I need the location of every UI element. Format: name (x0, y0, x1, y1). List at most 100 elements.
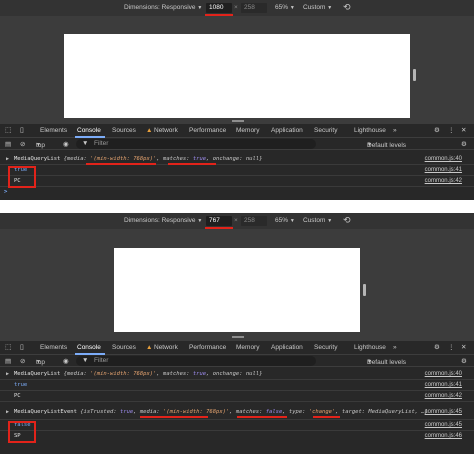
filter-icon: ▼ (82, 357, 89, 364)
throttle-dropdown[interactable]: Custom ▼ (303, 4, 332, 11)
expand-arrow-icon[interactable]: ▶ (6, 156, 9, 162)
eye-icon[interactable]: ◉ (63, 140, 69, 148)
tab-security[interactable]: Security (314, 344, 337, 351)
console-settings-icon[interactable]: ⚙ (461, 140, 467, 148)
tab-lighthouse[interactable]: Lighthouse (354, 344, 386, 351)
device-toggle-icon[interactable]: ▯ (20, 126, 24, 134)
highlight-underline (313, 416, 340, 418)
console-token: MediaQueryList (14, 371, 64, 377)
dimensions-dropdown[interactable]: Dimensions: Responsive ▼ (124, 4, 202, 11)
inspect-icon[interactable]: ⬚ (5, 343, 12, 351)
tab-sources[interactable]: Sources (112, 344, 136, 351)
devtools-panel: ⬚ ▯ Elements Console Sources ▲ Network P… (0, 341, 474, 454)
bottom-resize-handle[interactable] (232, 336, 244, 338)
tab-console[interactable]: Console (77, 127, 101, 134)
zoom-dropdown[interactable]: 65% ▼ (275, 4, 295, 11)
console-token: , matches: (156, 371, 193, 377)
highlight-underline (237, 416, 287, 418)
prompt-caret: > (4, 189, 8, 195)
console-token: true (192, 371, 207, 377)
source-link[interactable]: common.js:40 (425, 371, 462, 377)
source-link[interactable]: common.js:45 (425, 409, 462, 415)
tab-sources[interactable]: Sources (112, 127, 136, 134)
tab-console[interactable]: Console (77, 344, 101, 351)
right-resize-handle[interactable] (413, 69, 416, 81)
rotate-icon[interactable]: ⟲ (343, 2, 351, 13)
console-token: null (245, 156, 260, 162)
inspect-icon[interactable]: ⬚ (5, 126, 12, 134)
sidebar-toggle-icon[interactable]: ▤ (5, 357, 11, 365)
expand-arrow-icon[interactable]: ▶ (6, 371, 9, 377)
warning-icon: ▲ (146, 127, 153, 134)
console-prompt[interactable]: > (0, 187, 474, 198)
kebab-menu-icon[interactable]: ⋮ (448, 343, 455, 351)
source-link[interactable]: common.js:42 (425, 178, 462, 184)
console-token: {isTrusted: (80, 409, 120, 415)
tab-memory[interactable]: Memory (236, 344, 259, 351)
height-input[interactable]: 258 (241, 216, 267, 226)
viewport-area (0, 16, 474, 122)
clear-console-icon[interactable]: ⊘ (20, 140, 25, 148)
source-link[interactable]: common.js:46 (425, 433, 462, 439)
devtools-screenshot-top: Dimensions: Responsive ▼ 1080 × 258 65% … (0, 0, 474, 200)
tab-application[interactable]: Application (271, 344, 303, 351)
source-link[interactable]: common.js:42 (425, 393, 462, 399)
filter-input[interactable] (76, 139, 316, 149)
filter-input[interactable] (76, 356, 316, 366)
sidebar-toggle-icon[interactable]: ▤ (5, 140, 11, 148)
console-log-line: ▶ MediaQueryList {media: '(min-width: 76… (0, 369, 474, 380)
console-token: '(min-width: 768px)' (90, 371, 157, 377)
height-input[interactable]: 258 (241, 3, 267, 13)
eye-icon[interactable]: ◉ (63, 357, 69, 365)
width-input[interactable]: 1080 (206, 3, 232, 13)
more-tabs-icon[interactable]: » (393, 344, 397, 351)
tab-application[interactable]: Application (271, 127, 303, 134)
source-link[interactable]: common.js:41 (425, 167, 462, 173)
console-log-line: false common.js:45 (0, 420, 474, 431)
source-link[interactable]: common.js:45 (425, 422, 462, 428)
console-toolbar: ▤ ⊘ top ▼ ◉ ▼ Filter Default levels ▼ ⚙ (0, 355, 474, 367)
clear-console-icon[interactable]: ⊘ (20, 357, 25, 365)
tab-elements[interactable]: Elements (40, 344, 67, 351)
source-link[interactable]: common.js:40 (425, 156, 462, 162)
console-message: MediaQueryListEvent {isTrusted: true, me… (14, 409, 428, 415)
device-toolbar: Dimensions: Responsive ▼ 767 × 258 65% ▼… (0, 213, 474, 229)
close-icon[interactable]: ✕ (461, 343, 466, 351)
device-toggle-icon[interactable]: ▯ (20, 343, 24, 351)
page-viewport (64, 34, 410, 118)
console-token: '(min-width: 768px)' (163, 409, 230, 415)
console-message: PC (14, 393, 21, 399)
expand-arrow-icon[interactable]: ▶ (6, 409, 9, 415)
width-input[interactable]: 767 (206, 216, 232, 226)
rotate-icon[interactable]: ⟲ (343, 215, 351, 226)
tab-lighthouse[interactable]: Lighthouse (354, 127, 386, 134)
device-toolbar: Dimensions: Responsive ▼ 1080 × 258 65% … (0, 0, 474, 16)
tab-performance[interactable]: Performance (189, 127, 226, 134)
devtools-panel: ⬚ ▯ Elements Console Sources ▲ Network P… (0, 124, 474, 200)
tab-performance[interactable]: Performance (189, 344, 226, 351)
right-resize-handle[interactable] (363, 284, 366, 296)
console-log-line: PC common.js:42 (0, 176, 474, 187)
console-token: MediaQueryListEvent (14, 409, 81, 415)
source-link[interactable]: common.js:41 (425, 382, 462, 388)
tab-network[interactable]: Network (154, 127, 178, 134)
zoom-dropdown[interactable]: 65% ▼ (275, 217, 295, 224)
gear-icon[interactable]: ⚙ (434, 343, 440, 351)
dimensions-dropdown[interactable]: Dimensions: Responsive ▼ (124, 217, 202, 224)
more-tabs-icon[interactable]: » (393, 127, 397, 134)
console-token: , media: (133, 409, 164, 415)
bottom-resize-handle[interactable] (232, 120, 244, 122)
throttle-dropdown[interactable]: Custom ▼ (303, 217, 332, 224)
console-token: true (119, 409, 134, 415)
console-message: true (14, 382, 28, 388)
console-log-line: true common.js:41 (0, 165, 474, 176)
tab-memory[interactable]: Memory (236, 127, 259, 134)
kebab-menu-icon[interactable]: ⋮ (448, 126, 455, 134)
gear-icon[interactable]: ⚙ (434, 126, 440, 134)
close-icon[interactable]: ✕ (461, 126, 466, 134)
tab-network[interactable]: Network (154, 344, 178, 351)
console-settings-icon[interactable]: ⚙ (461, 357, 467, 365)
tab-security[interactable]: Security (314, 127, 337, 134)
highlight-box (8, 166, 36, 188)
tab-elements[interactable]: Elements (40, 127, 67, 134)
